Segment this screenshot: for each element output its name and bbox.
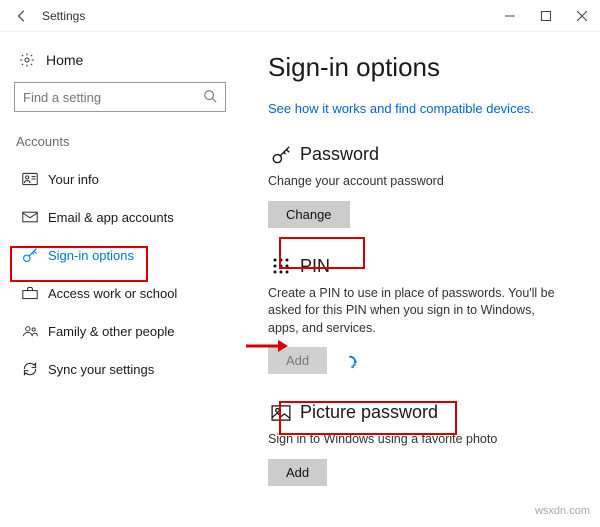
page-title: Sign-in options: [268, 52, 580, 83]
close-button[interactable]: [564, 0, 600, 32]
section-password: Password Change your account password Ch…: [268, 144, 580, 228]
section-desc-picture: Sign in to Windows using a favorite phot…: [268, 431, 568, 449]
sidebar-item-work-school[interactable]: Access work or school: [14, 275, 226, 311]
mail-icon: [18, 211, 42, 223]
sidebar-item-signin-options[interactable]: Sign-in options: [14, 237, 226, 273]
image-icon: [268, 405, 294, 421]
spinner-icon: [343, 355, 357, 369]
main-panel: Sign-in options See how it works and fin…: [240, 32, 600, 527]
briefcase-icon: [18, 286, 42, 300]
section-title: Password: [300, 144, 379, 165]
help-link[interactable]: See how it works and find compatible dev…: [268, 101, 534, 116]
section-title: Picture password: [300, 402, 438, 423]
section-pin: PIN Create a PIN to use in place of pass…: [268, 256, 580, 375]
search-icon: [203, 89, 217, 106]
window-title: Settings: [42, 9, 85, 23]
sidebar-item-label: Access work or school: [42, 286, 177, 301]
sidebar-item-label: Email & app accounts: [42, 210, 174, 225]
person-card-icon: [18, 172, 42, 186]
back-button[interactable]: [8, 2, 36, 30]
search-input[interactable]: [14, 82, 226, 112]
section-head-picture: Picture password: [268, 402, 580, 423]
section-picture-password: Picture password Sign in to Windows usin…: [268, 402, 580, 486]
section-desc-password: Change your account password: [268, 173, 568, 191]
section-head-password: Password: [268, 144, 580, 165]
sidebar-item-family-people[interactable]: Family & other people: [14, 313, 226, 349]
key-icon: [18, 247, 42, 263]
sidebar-item-email-accounts[interactable]: Email & app accounts: [14, 199, 226, 235]
sync-icon: [18, 361, 42, 377]
window-controls: [492, 0, 600, 32]
key-icon: [268, 145, 294, 165]
add-picture-password-button[interactable]: Add: [268, 459, 327, 486]
home-label: Home: [46, 52, 83, 68]
sidebar-item-label: Sync your settings: [42, 362, 154, 377]
sidebar: Home Accounts Your info Email & app acco…: [0, 32, 240, 527]
sidebar-item-sync[interactable]: Sync your settings: [14, 351, 226, 387]
title-bar: Settings: [0, 0, 600, 32]
section-desc-pin: Create a PIN to use in place of password…: [268, 285, 568, 338]
sidebar-item-your-info[interactable]: Your info: [14, 161, 226, 197]
sidebar-item-label: Your info: [42, 172, 99, 187]
people-icon: [18, 324, 42, 338]
search-field[interactable]: [23, 90, 203, 105]
sidebar-item-label: Sign-in options: [42, 248, 134, 263]
annotation-arrow-icon: [244, 336, 288, 356]
keypad-icon: [268, 257, 294, 275]
sidebar-item-label: Family & other people: [42, 324, 174, 339]
change-password-button[interactable]: Change: [268, 201, 350, 228]
nav-group-label: Accounts: [14, 134, 226, 149]
watermark: wsxdn.com: [535, 505, 590, 517]
section-head-pin: PIN: [268, 256, 580, 277]
gear-icon: [16, 52, 38, 68]
maximize-button[interactable]: [528, 0, 564, 32]
section-title: PIN: [300, 256, 330, 277]
minimize-button[interactable]: [492, 0, 528, 32]
home-nav[interactable]: Home: [14, 46, 226, 82]
